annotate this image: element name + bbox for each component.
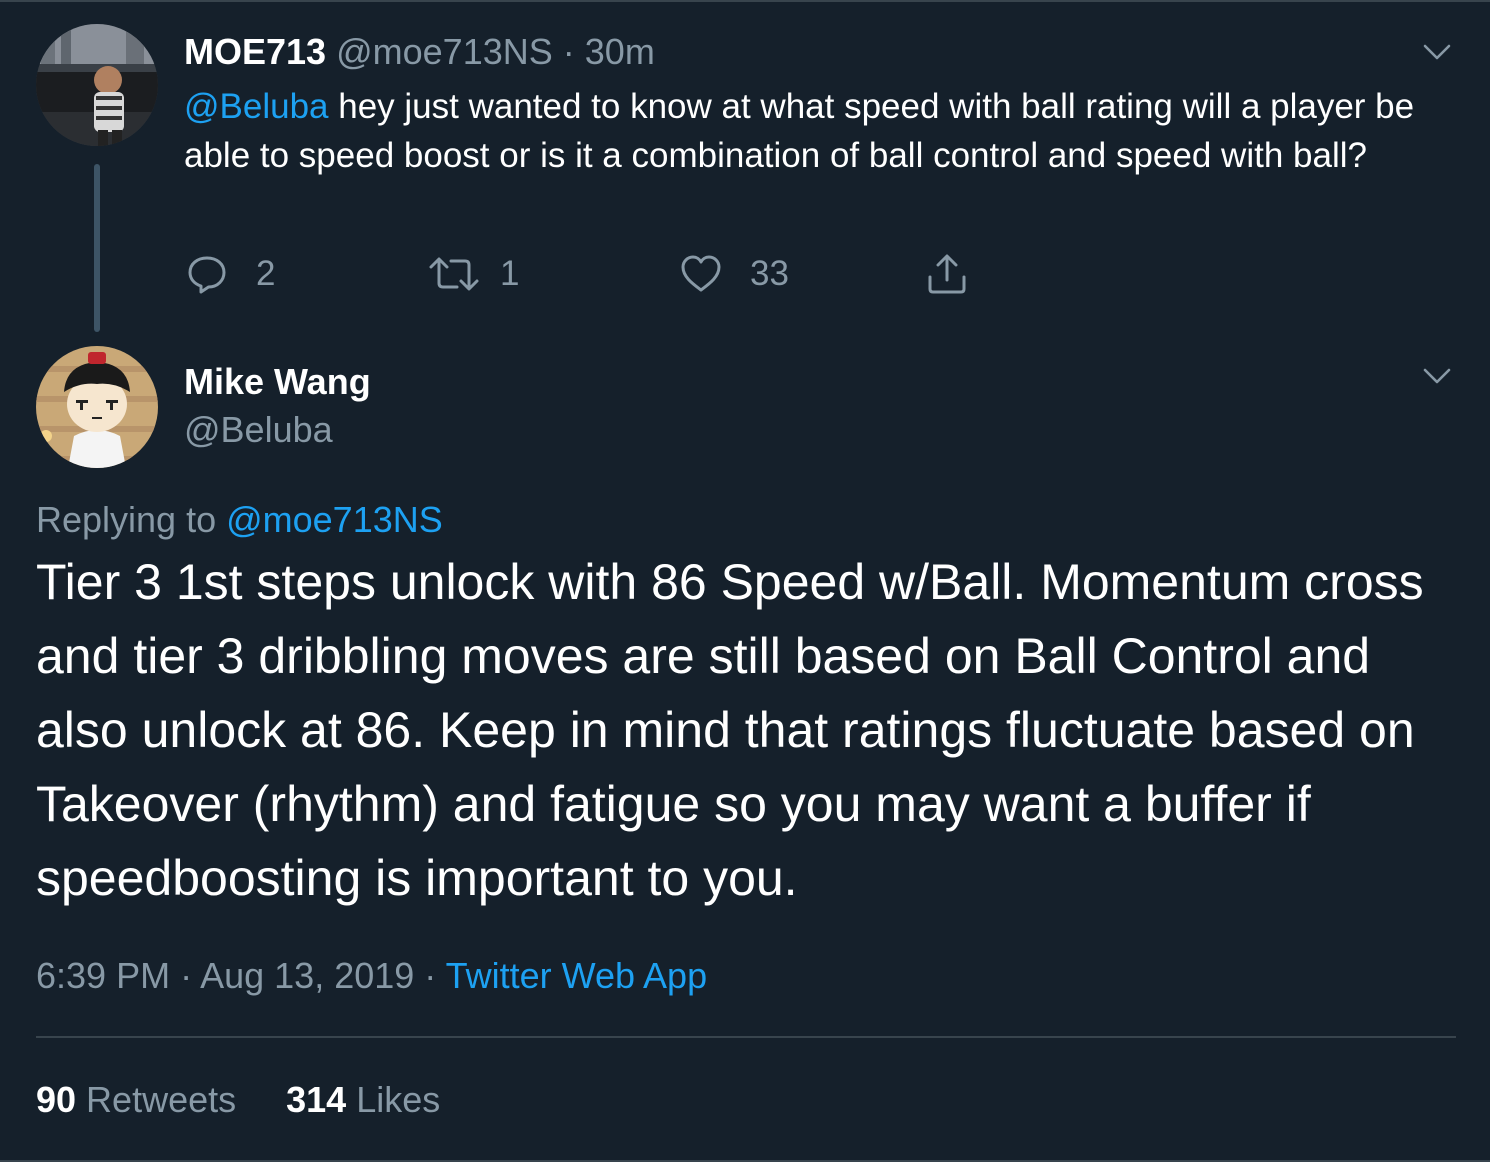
replying-to-link[interactable]: @moe713NS (226, 499, 443, 540)
tweet-source-link[interactable]: Twitter Web App (446, 955, 707, 996)
reply-count: 2 (256, 254, 276, 293)
retweet-button[interactable]: 1 (428, 250, 519, 298)
likes-label: Likes (346, 1079, 441, 1120)
replying-to-line: Replying to @moe713NS (36, 498, 443, 542)
top-border (0, 0, 1490, 2)
user-handle[interactable]: @moe713NS (336, 31, 553, 72)
reply-icon (188, 256, 226, 294)
thread-connector-line (94, 164, 100, 332)
mention-link[interactable]: @Beluba (184, 87, 329, 126)
like-count: 33 (750, 254, 789, 293)
header-separator: · (562, 31, 575, 72)
likes-count: 314 (286, 1079, 347, 1120)
tweet-timestamp[interactable]: 6:39 PM (36, 955, 170, 996)
parent-tweet-header: MOE713 @moe713NS · 30m (184, 30, 655, 74)
avatar-moe713[interactable] (36, 24, 158, 146)
tweet-meta: 6:39 PM · Aug 13, 2019 · Twitter Web App (36, 954, 707, 998)
reply-display-name[interactable]: Mike Wang (184, 360, 371, 404)
retweets-stat[interactable]: 90 Retweets (36, 1078, 236, 1122)
tweet-stats: 90 Retweets 314 Likes (36, 1078, 440, 1122)
chevron-down-icon[interactable] (1422, 366, 1452, 386)
avatar-photo-mike-wang (36, 346, 158, 468)
tweet-time[interactable]: 30m (585, 31, 655, 72)
meta-separator: · (170, 955, 201, 996)
parent-tweet-body: hey just wanted to know at what speed wi… (184, 87, 1415, 175)
reply-tweet-text: Tier 3 1st steps unlock with 86 Speed w/… (36, 554, 1424, 906)
retweet-count: 1 (500, 254, 520, 293)
share-icon (928, 254, 966, 294)
likes-stat[interactable]: 314 Likes (286, 1078, 440, 1122)
like-button[interactable]: 33 (680, 250, 789, 298)
tweet-date[interactable]: Aug 13, 2019 (200, 955, 414, 996)
reply-user-handle[interactable]: @Beluba (184, 408, 333, 452)
display-name[interactable]: MOE713 (184, 31, 326, 72)
chevron-down-icon[interactable] (1422, 42, 1452, 62)
meta-separator: · (414, 955, 446, 996)
stats-divider (36, 1036, 1456, 1038)
reply-button[interactable]: 2 (186, 250, 275, 298)
replying-to-label: Replying to (36, 499, 227, 540)
parent-tweet-text: @Beluba hey just wanted to know at what … (184, 82, 1464, 180)
share-button[interactable] (926, 250, 968, 298)
like-icon (681, 255, 721, 292)
retweets-label: Retweets (76, 1079, 237, 1120)
avatar-mike-wang[interactable] (36, 346, 158, 468)
retweets-count: 90 (36, 1079, 77, 1120)
avatar-photo-moe713 (36, 24, 158, 146)
retweet-icon (429, 257, 479, 291)
